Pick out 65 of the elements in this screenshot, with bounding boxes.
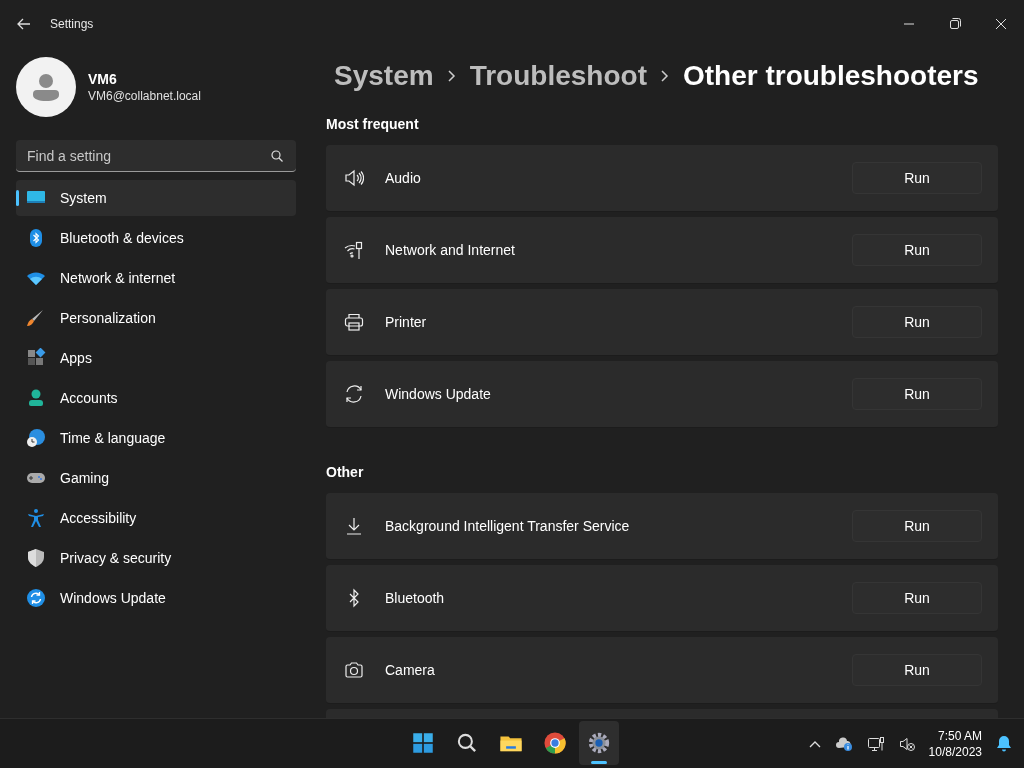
breadcrumb-link[interactable]: System <box>334 55 434 97</box>
sidebar-item[interactable]: Windows Update <box>16 580 296 616</box>
troubleshooter-label: Network and Internet <box>385 240 515 260</box>
clock-time[interactable]: 7:50 AM <box>937 727 982 744</box>
camera-icon <box>344 660 364 680</box>
sidebar-item[interactable]: Network & internet <box>16 260 296 296</box>
sidebar-item[interactable]: Gaming <box>16 460 296 496</box>
wifi-ethernet-icon <box>344 240 364 260</box>
speaker-muted-icon[interactable] <box>898 735 915 752</box>
sidebar-item[interactable]: System <box>16 180 296 216</box>
run-button[interactable]: Run <box>852 306 982 338</box>
clock-date[interactable]: 10/8/2023 <box>928 743 982 760</box>
run-button[interactable]: Run <box>852 162 982 194</box>
troubleshooter-label: Bluetooth <box>385 588 445 608</box>
sidebar-item[interactable]: Time & language <box>16 420 296 456</box>
run-button[interactable]: Run <box>852 582 982 614</box>
run-button[interactable]: Run <box>852 510 982 542</box>
sync-arrows-icon <box>344 384 364 404</box>
page-title: Other troubleshooters <box>682 59 979 93</box>
troubleshooter-label: Audio <box>385 168 421 188</box>
selection-indicator <box>16 190 19 206</box>
browser-icon <box>542 730 568 756</box>
section-heading: Most frequent <box>326 115 420 134</box>
account-name: VM6 <box>88 70 118 88</box>
sync-circle-icon <box>26 588 46 608</box>
network-monitor-icon[interactable] <box>866 735 885 752</box>
account-email: VM6@collabnet.local <box>88 88 201 104</box>
search-icon[interactable] <box>271 150 283 162</box>
sidebar-item[interactable]: Apps <box>16 340 296 376</box>
paintbrush-icon <box>26 308 46 328</box>
download-icon <box>344 516 364 536</box>
breadcrumb-link[interactable]: Troubleshoot <box>469 55 647 97</box>
windows-logo-icon <box>410 730 436 756</box>
chevron-up-icon[interactable] <box>808 739 821 748</box>
shield-icon <box>26 548 46 568</box>
printer-icon <box>344 312 364 332</box>
active-indicator <box>591 761 607 764</box>
bell-icon[interactable] <box>996 735 1012 752</box>
sidebar-item[interactable]: Personalization <box>16 300 296 336</box>
run-button[interactable]: Run <box>852 654 982 686</box>
troubleshooter-label: Printer <box>385 312 427 332</box>
window-title: Settings <box>50 16 94 33</box>
gear-icon <box>586 730 612 756</box>
search-field[interactable]: Find a setting <box>16 140 296 172</box>
section-heading: Other <box>326 463 365 482</box>
person-icon <box>26 388 46 408</box>
troubleshooter-label: Background Intelligent Transfer Service <box>385 516 630 536</box>
sidebar-item[interactable]: Accounts <box>16 380 296 416</box>
sidebar-item[interactable]: Bluetooth & devices <box>16 220 296 256</box>
avatar-icon[interactable] <box>16 57 76 117</box>
sidebar-item[interactable]: Accessibility <box>16 500 296 536</box>
globe-clock-icon <box>26 428 46 448</box>
troubleshooter-label: Camera <box>385 660 435 680</box>
cloud-info-icon[interactable] <box>834 735 853 752</box>
app-grid-icon <box>26 348 46 368</box>
chevron-right-icon <box>447 70 456 82</box>
speaker-icon <box>344 168 364 188</box>
sidebar-item[interactable]: Privacy & security <box>16 540 296 576</box>
run-button[interactable]: Run <box>852 234 982 266</box>
run-button[interactable]: Run <box>852 378 982 410</box>
taskbar-button[interactable] <box>579 721 619 765</box>
chevron-right-icon <box>660 70 669 82</box>
accessibility-figure-icon <box>26 508 46 528</box>
troubleshooter-label: Windows Update <box>385 384 491 404</box>
back-arrow-icon[interactable] <box>17 17 31 31</box>
